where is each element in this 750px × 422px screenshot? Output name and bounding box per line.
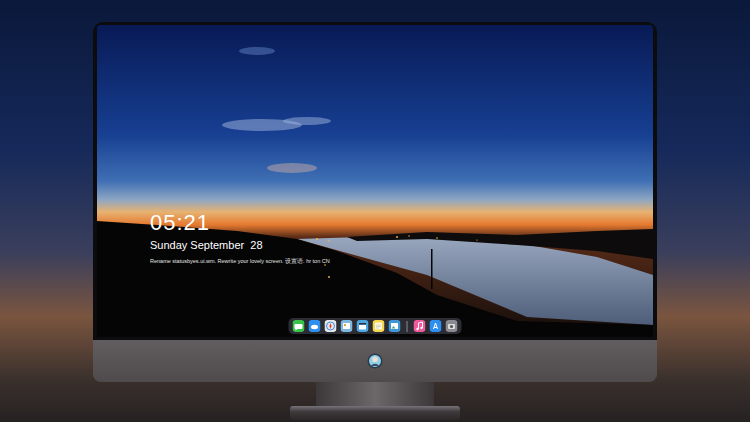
- monitor-chin: [93, 340, 657, 382]
- dock-app-icon[interactable]: [373, 320, 385, 332]
- lock-caption: Rename statusbyes.ui.wm. Rewrite your lo…: [150, 258, 330, 265]
- desktop-stage: 05:21 Sunday September 28 Rename statusbye…: [0, 0, 750, 420]
- dock-app-icon[interactable]: [341, 320, 353, 332]
- monitor-bezel: 05:21 Sunday September 28 Rename statusbye…: [93, 22, 657, 340]
- monitor-stand-neck: [316, 382, 434, 406]
- wallpaper-photo: [97, 25, 653, 337]
- lock-screen[interactable]: 05:21 Sunday September 28 Rename statusbye…: [97, 25, 653, 337]
- lock-info: 05:21 Sunday September 28 Rename statusbye…: [150, 211, 330, 266]
- dock-app-icon[interactable]: [446, 320, 458, 332]
- dock-app-icon[interactable]: [309, 320, 321, 332]
- dock: [289, 318, 462, 334]
- dock-separator: [407, 321, 408, 332]
- avatar-logo-icon: [367, 353, 383, 369]
- dock-app-icon[interactable]: [414, 320, 426, 332]
- clock-date: Sunday September 28: [150, 238, 330, 252]
- dock-app-icon[interactable]: [389, 320, 401, 332]
- dock-app-icon[interactable]: [325, 320, 337, 332]
- monitor: 05:21 Sunday September 28 Rename statusbye…: [93, 22, 657, 382]
- clock-time: 05:21: [150, 211, 330, 235]
- dock-app-icon[interactable]: [430, 320, 442, 332]
- monitor-stand-base: [290, 406, 460, 420]
- dock-app-icon[interactable]: [293, 320, 305, 332]
- dock-app-icon[interactable]: [357, 320, 369, 332]
